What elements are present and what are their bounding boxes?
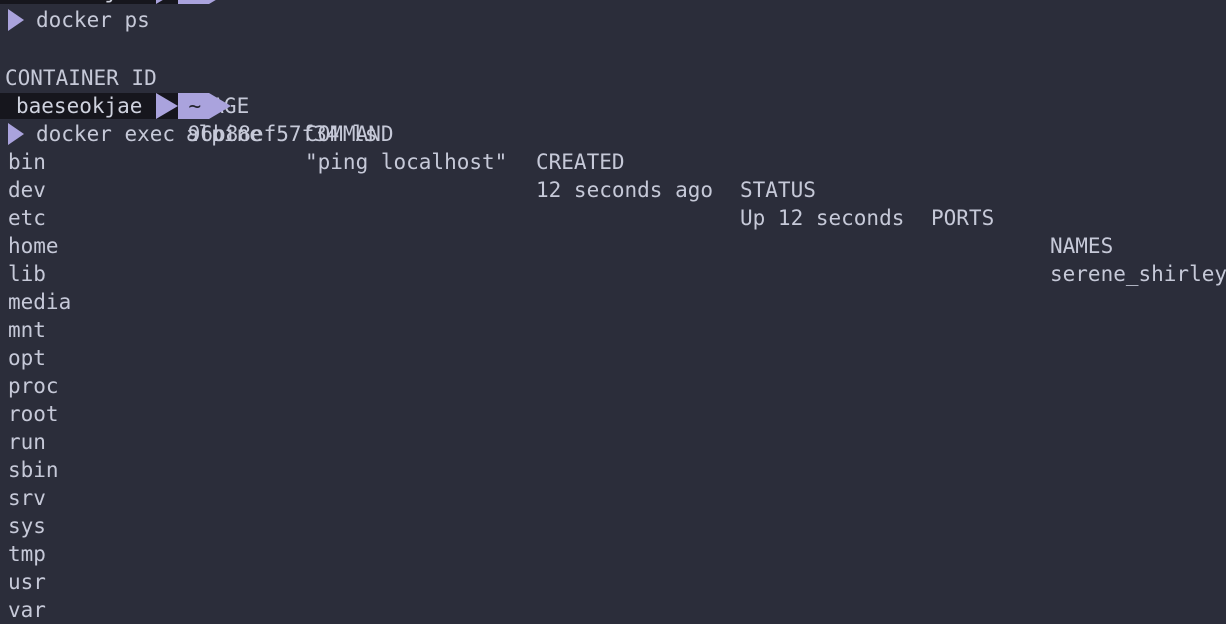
ps-cell-command: "ping localhost": [305, 150, 508, 174]
prompt-user-label: baeseokjae: [16, 0, 142, 4]
ps-header-status: STATUS: [740, 178, 816, 202]
prompt-caret-icon: [8, 9, 24, 31]
prompt-user-segment: baeseokjae: [0, 93, 157, 119]
ps-table-header-row: CONTAINER ID IMAGE COMMAND CREATED STATU…: [0, 36, 1226, 258]
prompt-caret-icon: [8, 123, 24, 145]
prompt-path-label: ~: [188, 94, 202, 118]
list-item: srv: [8, 486, 46, 510]
command-line-docker-ps[interactable]: docker ps: [0, 6, 150, 34]
list-item: bin: [8, 150, 46, 174]
ps-header-ports: PORTS: [931, 206, 995, 230]
prompt-user-segment: baeseokjae: [0, 0, 157, 4]
list-item: media: [8, 290, 72, 314]
table-row: 96b88ef57f34 alpine "ping localhost" 12 …: [0, 64, 1226, 286]
ps-cell-status: Up 12 seconds: [740, 206, 905, 230]
prompt-bar: baeseokjae ~: [0, 93, 232, 119]
ps-cell-names: serene_shirley: [1050, 262, 1226, 286]
prompt-separator-arrow-icon: [156, 93, 179, 119]
list-item: root: [8, 402, 59, 426]
list-item: dev: [8, 178, 46, 202]
prompt-user-label: baeseokjae: [16, 94, 143, 118]
terminal-window[interactable]: baeseokjae ~ docker ps CONTAINER ID IMAG…: [0, 0, 1226, 622]
prompt-path-segment: ~: [178, 93, 210, 119]
prompt-separator-arrow-icon: [156, 0, 179, 4]
list-item: etc: [8, 206, 46, 230]
ps-header-created: CREATED: [536, 150, 625, 174]
list-item: sbin: [8, 458, 59, 482]
list-item: lib: [8, 262, 46, 286]
list-item: mnt: [8, 318, 46, 342]
list-item: sys: [8, 514, 46, 538]
command-line-docker-exec[interactable]: docker exec 96b88ef57f34 ls: [0, 120, 377, 148]
list-item: usr: [8, 570, 46, 594]
prompt-path-label: ~: [188, 0, 201, 4]
prompt-tail-arrow-icon: [209, 93, 232, 119]
prompt-path-segment: ~: [178, 0, 210, 4]
list-item: run: [8, 430, 46, 454]
prompt-bar-top-clipped: baeseokjae ~: [0, 0, 232, 4]
list-item: opt: [8, 346, 46, 370]
list-item: proc: [8, 374, 59, 398]
list-item: var: [8, 598, 46, 622]
list-item: home: [8, 234, 59, 258]
command-text: docker exec 96b88ef57f34 ls: [36, 122, 378, 146]
ps-header-names: NAMES: [1050, 234, 1114, 258]
command-text: docker ps: [36, 8, 150, 32]
list-item: tmp: [8, 542, 46, 566]
prompt-tail-arrow-icon: [209, 0, 232, 4]
ps-cell-created: 12 seconds ago: [536, 178, 714, 202]
